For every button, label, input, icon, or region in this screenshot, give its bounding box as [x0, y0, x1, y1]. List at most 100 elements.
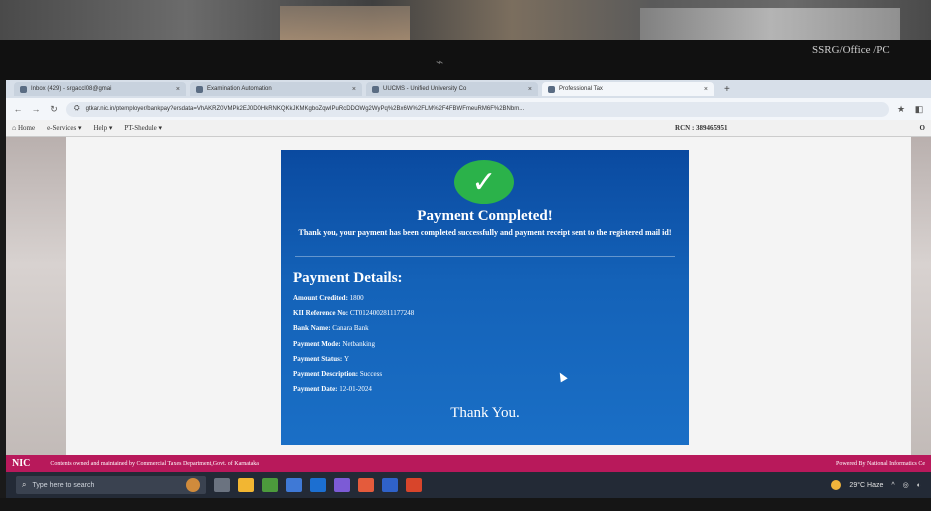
- system-tray: 29°C Haze ^ ◎ ◐: [831, 480, 921, 490]
- detail-label: Bank Name:: [293, 324, 331, 333]
- address-bar: ← → ↻ ⛭ gtkar.nic.in/ptemployer/bankpay?…: [6, 98, 931, 120]
- side-banner-image: [911, 137, 931, 455]
- close-icon[interactable]: ×: [528, 86, 532, 93]
- detail-row-mode: Payment Mode: Netbanking: [293, 340, 673, 355]
- nav-home[interactable]: ⌂ Home: [12, 124, 35, 132]
- tab-label: Professional Tax: [559, 86, 603, 92]
- detail-row-status: Payment Status: Y: [293, 355, 673, 370]
- tab-inbox[interactable]: Inbox (429) - srgaccl08@gmai ×: [14, 82, 186, 96]
- detail-value: 12-01-2024: [339, 385, 372, 394]
- app-icon[interactable]: [286, 478, 302, 492]
- nav-help[interactable]: Help ▾: [93, 124, 112, 132]
- detail-value: Canara Bank: [332, 324, 369, 333]
- corner-label: O: [919, 124, 925, 132]
- word-icon[interactable]: [382, 478, 398, 492]
- nic-logo: NIC: [12, 458, 31, 469]
- mail-icon: [20, 85, 27, 93]
- site-footer: NIC Contents owned and maintained by Com…: [6, 455, 931, 472]
- new-tab-button[interactable]: +: [718, 84, 736, 95]
- checkmark-icon: ✓: [454, 160, 514, 204]
- monitor-bezel-bottom: [0, 498, 931, 511]
- nav-pt-shedule-label: PT-Shedule: [124, 124, 157, 132]
- detail-value: 1800: [349, 294, 364, 302]
- rcn-label: RCN : 389465951: [675, 124, 728, 132]
- payment-title: Payment Completed!: [417, 208, 553, 224]
- detail-value: Success: [359, 369, 383, 378]
- detail-label: Payment Description:: [293, 369, 359, 378]
- close-icon[interactable]: ×: [704, 86, 708, 93]
- weather-icon[interactable]: [831, 480, 842, 490]
- page-icon: [548, 85, 555, 93]
- detail-label: Payment Mode:: [293, 339, 341, 348]
- detail-value: Y: [343, 354, 350, 363]
- payment-details: Amount Credited: 1800 KII Reference No: …: [293, 294, 673, 400]
- footer-right-text: Powered By National Informatics Ce: [836, 460, 925, 467]
- close-icon[interactable]: ×: [176, 86, 180, 93]
- volume-icon[interactable]: ◐: [917, 482, 921, 489]
- app-icon[interactable]: [334, 478, 350, 492]
- nav-pt-shedule[interactable]: PT-Shedule ▾: [124, 124, 162, 132]
- store-icon[interactable]: [310, 478, 326, 492]
- payment-card: ✓ Payment Completed! Thank you, your pay…: [281, 150, 689, 445]
- payment-message: Thank you, your payment has been complet…: [298, 228, 672, 237]
- detail-label: KII Reference No:: [293, 309, 349, 318]
- page-icon: [372, 85, 379, 93]
- tab-examination[interactable]: Examination Automation ×: [190, 82, 362, 96]
- search-placeholder: Type here to search: [32, 481, 95, 489]
- nav-home-label: Home: [17, 124, 36, 132]
- app-icon[interactable]: [406, 478, 422, 492]
- detail-value: CT0124002811177248: [349, 309, 415, 318]
- taskbar-search[interactable]: ⌕ Type here to search: [16, 476, 206, 494]
- detail-label: Amount Credited:: [293, 294, 348, 302]
- tab-label: Examination Automation: [207, 86, 272, 92]
- photo-background: ⌁ SSRG/Office /PC: [0, 0, 931, 80]
- thank-you-text: Thank You.: [450, 405, 520, 421]
- monitor-bezel: [0, 40, 931, 80]
- detail-value: Netbanking: [342, 339, 376, 348]
- tab-uucms[interactable]: UUCMS - Unified University Co ×: [366, 82, 538, 96]
- monitor-logo-icon: ⌁: [436, 55, 444, 69]
- page-icon: [196, 85, 203, 93]
- site-info-icon[interactable]: ⛭: [74, 105, 80, 113]
- search-icon: ⌕: [22, 480, 27, 489]
- details-title: Payment Details:: [293, 270, 403, 286]
- bookmark-star-icon[interactable]: ★: [895, 104, 907, 115]
- page-content: ✓ Payment Completed! Thank you, your pay…: [6, 137, 931, 455]
- side-banner-image: [6, 137, 66, 455]
- reload-icon[interactable]: ↻: [48, 104, 60, 115]
- detail-row-reference: KII Reference No: CT0124002811177248: [293, 309, 673, 324]
- detail-row-bank: Bank Name: Canara Bank: [293, 324, 673, 339]
- forward-icon[interactable]: →: [30, 104, 42, 114]
- firefox-icon[interactable]: [358, 478, 374, 492]
- tab-label: Inbox (429) - srgaccl08@gmai: [31, 86, 112, 92]
- nav-eservices[interactable]: e-Services ▾: [47, 124, 81, 132]
- nav-help-label: Help: [93, 124, 108, 132]
- network-icon[interactable]: ◎: [903, 481, 909, 489]
- detail-label: Payment Date:: [293, 385, 338, 394]
- browser-window: Inbox (429) - srgaccl08@gmai × Examinati…: [6, 80, 931, 455]
- detail-row-amount: Amount Credited: 1800: [293, 294, 673, 309]
- close-icon[interactable]: ×: [352, 86, 356, 93]
- footer-left-text: Contents owned and maintained by Commerc…: [50, 460, 259, 467]
- tab-label: UUCMS - Unified University Co: [383, 86, 467, 92]
- chrome-icon[interactable]: [238, 478, 254, 492]
- detail-label: Payment Status:: [293, 354, 343, 363]
- back-icon[interactable]: ←: [12, 104, 24, 114]
- url-text: gtkar.nic.in/ptemployer/bankpay?ersdata=…: [85, 106, 525, 112]
- extensions-icon[interactable]: ◧: [913, 104, 925, 115]
- overlay-label: SSRG/Office /PC: [812, 44, 890, 56]
- tab-professional-tax[interactable]: Professional Tax ×: [542, 82, 714, 96]
- divider: [295, 256, 675, 257]
- site-nav: ⌂ Home e-Services ▾ Help ▾ PT-Shedule ▾ …: [6, 120, 931, 137]
- search-highlight-icon: [186, 478, 200, 492]
- tab-bar: Inbox (429) - srgaccl08@gmai × Examinati…: [6, 80, 931, 98]
- nav-eservices-label: e-Services: [47, 124, 77, 132]
- task-view-icon[interactable]: [214, 478, 230, 492]
- url-input[interactable]: ⛭ gtkar.nic.in/ptemployer/bankpay?ersdat…: [66, 101, 889, 117]
- app-icon[interactable]: [262, 478, 278, 492]
- detail-row-description: Payment Description: Success: [293, 370, 673, 385]
- taskbar: ⌕ Type here to search 29°C Haze ^ ◎ ◐: [6, 472, 931, 498]
- detail-row-date: Payment Date: 12-01-2024: [293, 385, 673, 400]
- chevron-up-icon[interactable]: ^: [891, 482, 894, 489]
- weather-text: 29°C Haze: [849, 481, 884, 489]
